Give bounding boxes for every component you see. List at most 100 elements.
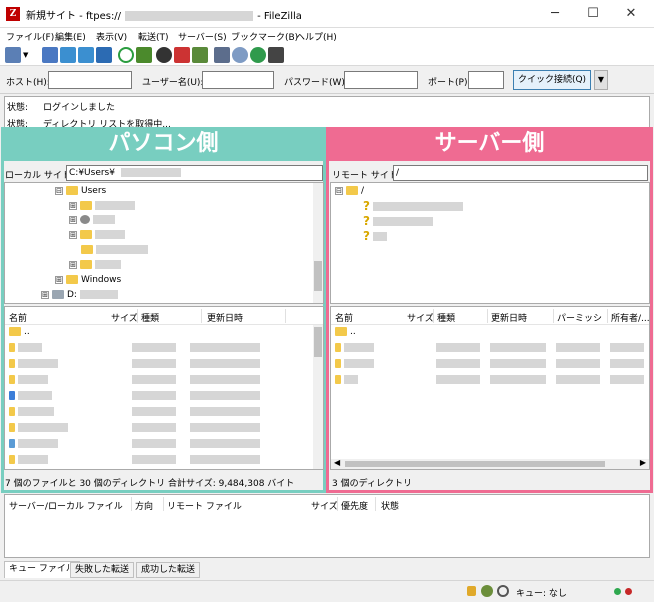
local-tree-scrollbar[interactable] <box>313 183 323 303</box>
tree-item-drive-d[interactable]: ⊞ D: <box>41 288 118 302</box>
username-input[interactable] <box>202 71 274 89</box>
toggle-log-icon[interactable] <box>42 47 58 63</box>
port-input[interactable] <box>468 71 504 89</box>
column-name[interactable]: 名前 <box>335 311 353 324</box>
menu-bookmarks[interactable]: ブックマーク(B) <box>231 30 298 43</box>
expand-icon[interactable]: ⊞ <box>69 260 77 269</box>
scroll-left-icon[interactable]: ◀ <box>334 458 340 467</box>
parent-directory-row[interactable]: .. <box>335 327 356 340</box>
host-input[interactable] <box>48 71 132 89</box>
list-item[interactable] <box>9 439 260 452</box>
queue-column-remote-file[interactable]: リモート ファイル <box>167 499 242 512</box>
local-list-scrollbar[interactable] <box>313 325 323 469</box>
tree-item-windows[interactable]: ⊞ Windows <box>55 273 121 287</box>
tree-item[interactable]: ⊞ <box>69 258 121 272</box>
maximize-button[interactable]: ☐ <box>578 4 608 24</box>
toggle-queue-icon[interactable] <box>96 47 112 63</box>
column-type[interactable]: 種類 <box>437 311 455 324</box>
queue-column-size[interactable]: サイズ <box>311 499 338 512</box>
toggle-local-tree-icon[interactable] <box>60 47 76 63</box>
expand-icon[interactable]: ⊞ <box>55 275 63 284</box>
close-button[interactable]: ✕ <box>616 4 646 24</box>
local-file-list[interactable]: 名前 サイズ 種類 更新日時 .. <box>4 306 324 470</box>
list-item[interactable] <box>9 391 260 404</box>
list-item[interactable] <box>9 407 260 420</box>
tree-item[interactable]: ? <box>363 199 463 213</box>
parent-directory-row[interactable]: .. <box>9 327 30 340</box>
refresh-icon[interactable] <box>118 47 134 63</box>
tree-item[interactable] <box>81 243 148 257</box>
quickconnect-button[interactable]: クイック接続(Q) <box>513 70 591 90</box>
toggle-remote-tree-icon[interactable] <box>78 47 94 63</box>
tree-item[interactable]: ? <box>363 229 387 243</box>
queue-column-local-file[interactable]: サーバー/ローカル ファイル <box>9 499 123 512</box>
expand-icon[interactable]: ⊞ <box>41 290 49 299</box>
remote-file-list[interactable]: 名前 サイズ 種類 更新日時 パーミッシ 所有者/... .. ◀ ▶ <box>330 306 650 470</box>
remote-list-hscrollbar[interactable]: ◀ ▶ <box>331 458 649 469</box>
list-item[interactable] <box>335 359 644 372</box>
menu-view[interactable]: 表示(V) <box>96 30 127 43</box>
speed-limit-icon[interactable] <box>497 585 509 597</box>
queue-column-direction[interactable]: 方向 <box>135 499 153 512</box>
column-size[interactable]: サイズ <box>407 311 434 324</box>
quickconnect-history-dropdown[interactable]: ▼ <box>594 70 608 90</box>
scrollbar-thumb[interactable] <box>345 461 605 467</box>
filter-icon[interactable] <box>232 47 248 63</box>
queue-column-priority[interactable]: 優先度 <box>341 499 368 512</box>
transfer-queue[interactable]: サーバー/ローカル ファイル 方向 リモート ファイル サイズ 優先度 状態 <box>4 494 650 558</box>
tree-item[interactable]: ? <box>363 214 433 228</box>
tree-item[interactable]: ⊞ <box>69 213 115 227</box>
menu-edit[interactable]: 編集(E) <box>55 30 86 43</box>
disconnect-icon[interactable] <box>174 47 190 63</box>
menu-server[interactable]: サーバー(S) <box>178 30 227 43</box>
expand-icon[interactable]: ⊞ <box>69 201 77 210</box>
column-owner[interactable]: 所有者/... <box>611 311 649 324</box>
reconnect-icon[interactable] <box>192 47 208 63</box>
scroll-right-icon[interactable]: ▶ <box>640 458 646 467</box>
column-modified[interactable]: 更新日時 <box>491 311 527 324</box>
tab-failed-transfers[interactable]: 失敗した転送 <box>70 562 135 578</box>
collapse-icon[interactable]: ⊟ <box>55 186 63 195</box>
tree-item-users[interactable]: ⊟ Users <box>55 184 106 198</box>
search-remote-icon[interactable] <box>268 47 284 63</box>
list-item[interactable] <box>9 375 260 388</box>
menu-help[interactable]: ヘルプ(H) <box>296 30 337 43</box>
list-item[interactable] <box>335 343 644 356</box>
expand-icon[interactable]: ⊞ <box>69 230 77 239</box>
minimize-button[interactable]: ─ <box>540 4 570 24</box>
local-site-path[interactable]: C:¥Users¥ <box>66 165 323 181</box>
site-manager-dropdown-icon[interactable]: ▼ <box>23 51 28 59</box>
directory-comparison-icon[interactable] <box>214 47 230 63</box>
list-item[interactable] <box>9 343 260 356</box>
queue-column-status[interactable]: 状態 <box>381 499 399 512</box>
collapse-icon[interactable]: ⊟ <box>335 186 343 195</box>
tree-item[interactable]: ⊞ <box>69 199 135 213</box>
menu-file[interactable]: ファイル(F) <box>6 30 54 43</box>
column-name[interactable]: 名前 <box>9 311 27 324</box>
scrollbar-thumb[interactable] <box>314 261 322 291</box>
list-item[interactable] <box>9 423 260 436</box>
remote-directory-tree[interactable]: ⊟ / ? ? ? <box>330 182 650 304</box>
column-size[interactable]: サイズ <box>111 311 138 324</box>
password-input[interactable] <box>344 71 418 89</box>
expand-icon[interactable]: ⊞ <box>69 215 77 224</box>
tree-item[interactable]: ⊞ <box>69 228 125 242</box>
scrollbar-thumb[interactable] <box>314 327 322 357</box>
process-queue-icon[interactable] <box>136 47 152 63</box>
list-item[interactable] <box>9 359 260 372</box>
site-manager-icon[interactable] <box>5 47 21 63</box>
list-item[interactable] <box>9 455 260 468</box>
cancel-operation-icon[interactable] <box>156 47 172 63</box>
tab-successful-transfers[interactable]: 成功した転送 <box>136 562 201 578</box>
tab-queued-files[interactable]: キュー ファイル <box>4 561 80 578</box>
sync-browsing-icon[interactable] <box>250 47 266 63</box>
column-permissions[interactable]: パーミッシ <box>557 311 602 324</box>
tree-item-root[interactable]: ⊟ / <box>335 184 364 198</box>
menu-transfer[interactable]: 転送(T) <box>138 30 169 43</box>
message-log[interactable]: 状態: ログインしました 状態: ディレクトリ リストを取得中... <box>4 96 650 128</box>
remote-site-path[interactable]: / <box>393 165 648 181</box>
list-item[interactable] <box>335 375 644 388</box>
local-directory-tree[interactable]: ⊟ Users ⊞ ⊞ ⊞ ⊞ ⊞ Windows ⊞ D: <box>4 182 324 304</box>
column-type[interactable]: 種類 <box>141 311 159 324</box>
column-modified[interactable]: 更新日時 <box>207 311 243 324</box>
